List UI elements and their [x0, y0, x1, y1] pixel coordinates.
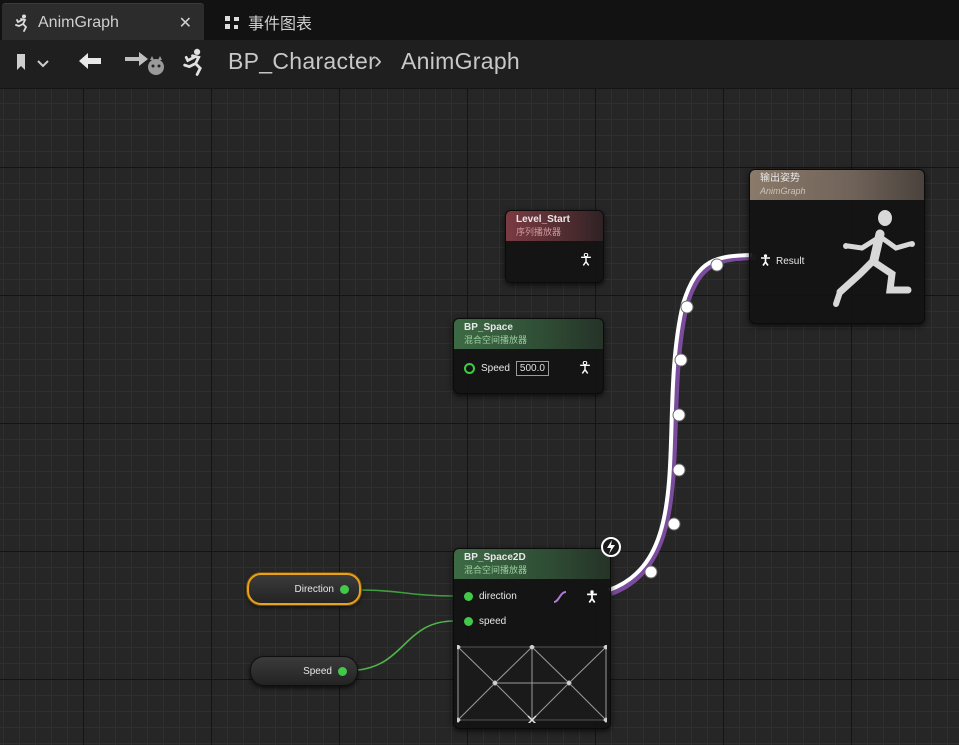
direction-input-pin[interactable]: direction	[464, 591, 517, 602]
pose-output-pin-icon[interactable]	[579, 360, 591, 379]
variable-label: Speed	[303, 665, 332, 677]
tab-label: 事件图表	[248, 15, 313, 33]
back-arrow-icon	[77, 51, 103, 76]
pose-output-pin-icon[interactable]	[580, 252, 592, 271]
pose-output-pin-icon[interactable]	[586, 590, 598, 608]
node-header: BP_Space2D 混合空间播放器	[454, 549, 610, 579]
blend-space-preview	[455, 644, 609, 728]
pin-label: speed	[479, 616, 507, 627]
speed-value-field[interactable]: 500.0	[515, 361, 549, 376]
node-title: 输出姿势	[760, 173, 800, 184]
node-subtitle: 序列播放器	[516, 227, 562, 237]
speed-input-pin[interactable]: speed	[464, 616, 506, 627]
back-button[interactable]	[76, 50, 104, 76]
node-subtitle: 混合空间播放器	[464, 565, 528, 575]
output-pose-node[interactable]: 输出姿势 AnimGraph Result	[749, 169, 925, 324]
anim-graph-button[interactable]	[178, 48, 210, 80]
node-title: BP_Space2D	[464, 552, 526, 563]
breadcrumb-separator: ›	[374, 47, 383, 74]
result-pin[interactable]: Result	[760, 254, 804, 269]
pin-label: direction	[479, 591, 517, 602]
chevron-down-icon	[37, 55, 49, 73]
running-man-icon	[180, 48, 208, 81]
bookmark-icon	[15, 53, 29, 76]
bp-space-node[interactable]: BP_Space 混合空间播放器 Speed 500.0	[453, 318, 604, 394]
float-pin-icon[interactable]	[338, 666, 347, 676]
pose-pin-icon	[760, 254, 771, 269]
tab-bar: AnimGraph ✕ 事件图表	[0, 0, 959, 41]
speed-input-pin[interactable]: Speed 500.0	[464, 361, 549, 376]
close-icon[interactable]: ✕	[179, 13, 192, 33]
toolbar: BP_Character › AnimGraph	[0, 40, 959, 89]
graph-icon	[222, 12, 242, 32]
pin-label: Speed	[481, 363, 510, 374]
node-title: BP_Space	[464, 322, 513, 333]
breadcrumb-root[interactable]: BP_Character	[228, 48, 376, 75]
fast-path-icon	[600, 536, 622, 563]
float-pin-icon	[464, 617, 473, 626]
blend-curve-icon	[552, 589, 568, 610]
tab-event-graph[interactable]: 事件图表	[212, 3, 352, 40]
speed-variable-node[interactable]: Speed	[250, 656, 358, 686]
node-title: Level_Start	[516, 214, 570, 225]
float-pin-icon	[464, 592, 473, 601]
node-subtitle: 混合空间播放器	[464, 335, 528, 345]
mannequin-icon	[830, 204, 920, 317]
bp-space2d-node[interactable]: BP_Space2D 混合空间播放器 direction speed	[453, 548, 611, 729]
node-header: 输出姿势 AnimGraph	[750, 170, 924, 200]
float-pin-icon[interactable]	[340, 584, 349, 594]
node-header: Level_Start 序列播放器	[506, 211, 603, 241]
tab-animgraph[interactable]: AnimGraph ✕	[2, 3, 204, 41]
running-man-icon	[12, 13, 32, 33]
node-header: BP_Space 混合空间播放器	[454, 319, 603, 349]
float-pin-icon	[464, 363, 475, 374]
pin-label: Result	[776, 256, 805, 267]
navigate-to-parent-button[interactable]	[122, 46, 170, 82]
arrow-to-character-icon	[123, 45, 169, 84]
tab-label: AnimGraph	[38, 13, 119, 31]
level-start-node[interactable]: Level_Start 序列播放器	[505, 210, 604, 283]
node-subtitle: AnimGraph	[760, 186, 806, 196]
breadcrumb-current[interactable]: AnimGraph	[401, 48, 520, 75]
bookmark-dropdown-button[interactable]	[10, 52, 54, 76]
direction-variable-node[interactable]: Direction	[247, 573, 361, 605]
variable-label: Direction	[294, 583, 334, 595]
